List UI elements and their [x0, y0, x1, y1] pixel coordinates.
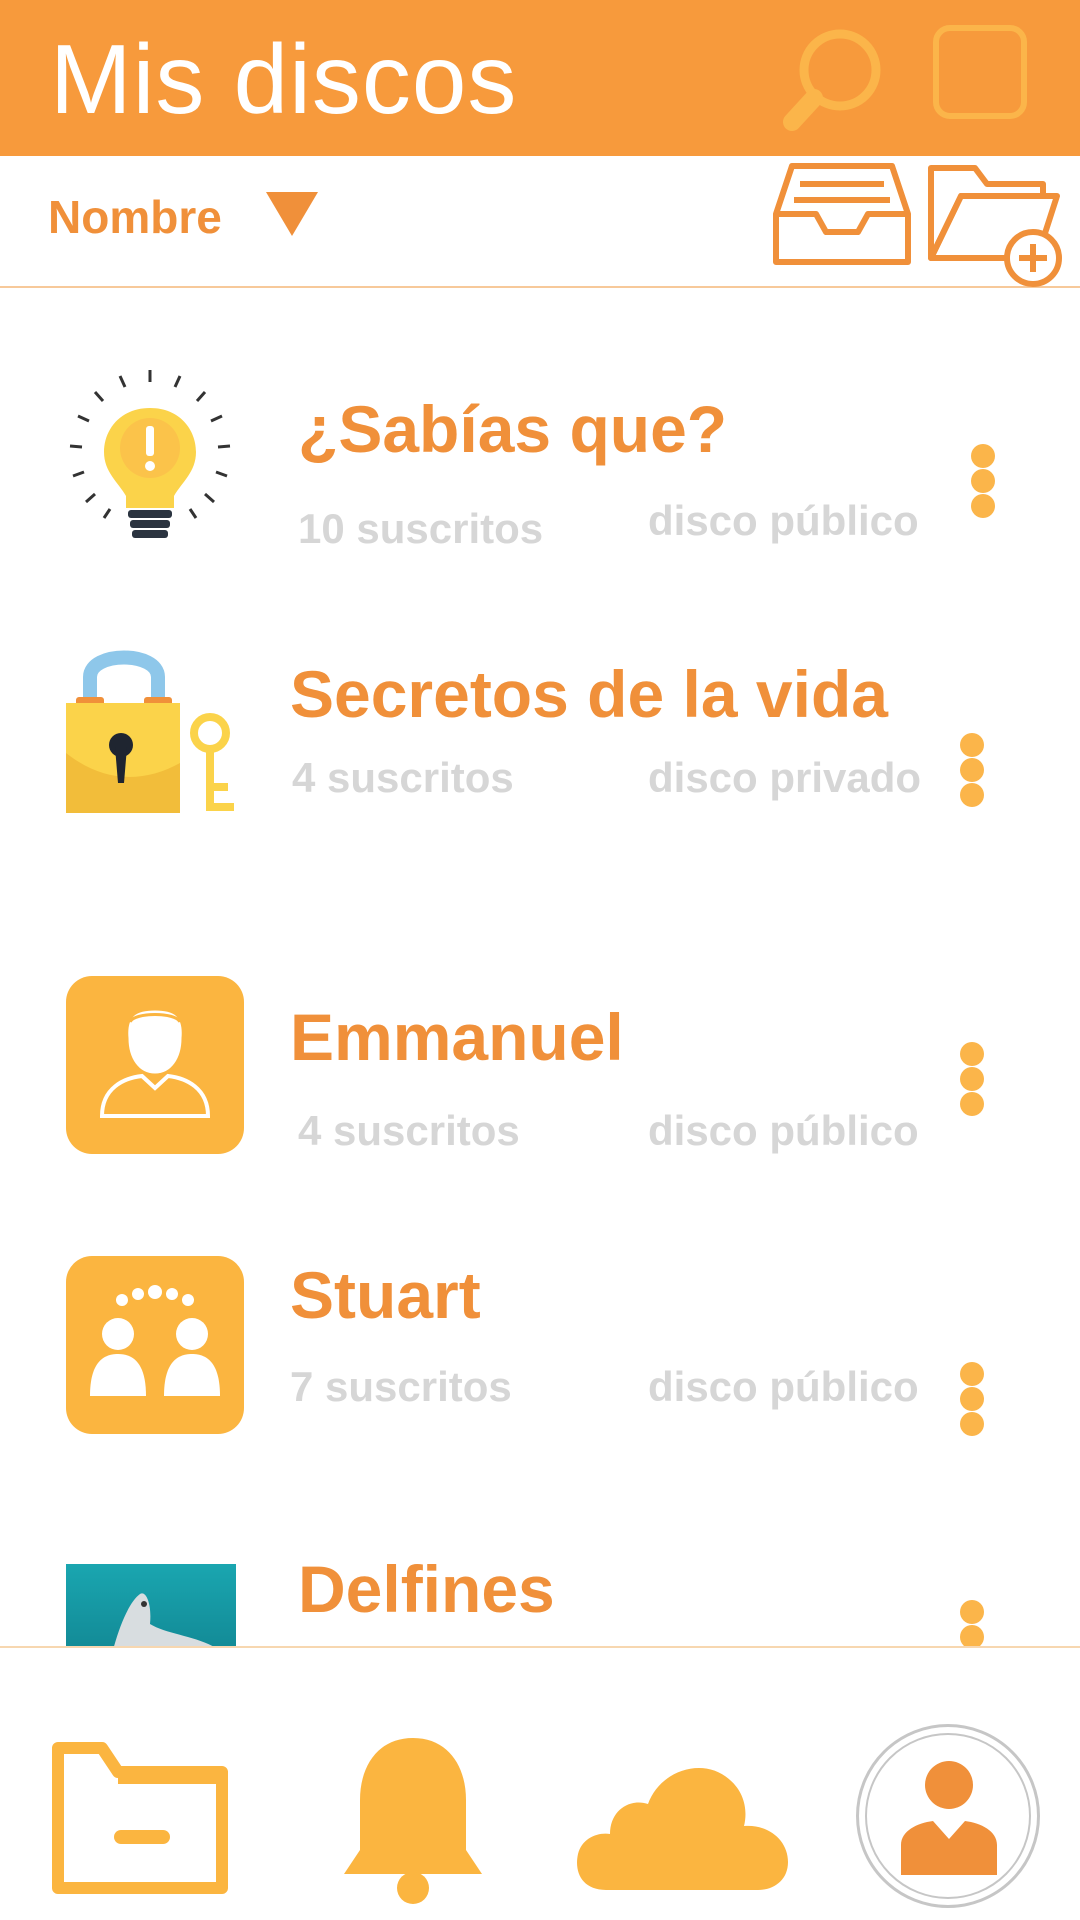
inbox-icon[interactable] [772, 158, 912, 270]
more-options-icon[interactable] [960, 733, 992, 808]
user-avatar-icon [66, 976, 244, 1154]
list-item[interactable]: Emmanuel 4 suscritos disco público [0, 976, 1080, 1176]
dolphin-photo [66, 1564, 236, 1646]
new-folder-icon[interactable] [925, 158, 1065, 288]
disc-subscribers: 10 suscritos [298, 505, 544, 552]
list-item[interactable]: ¿Sabías que? 10 suscritos disco público [0, 368, 1080, 568]
more-options-icon[interactable] [960, 1600, 992, 1646]
folder-icon[interactable] [52, 1742, 228, 1894]
cloud-icon[interactable] [574, 1750, 792, 1892]
group-avatar-icon [66, 1256, 244, 1434]
disc-title: Secretos de la vida [290, 657, 888, 731]
disc-visibility: disco privado [648, 754, 922, 801]
more-options-icon[interactable] [960, 1362, 992, 1437]
disc-visibility: disco público [648, 1107, 919, 1154]
select-square-icon[interactable] [930, 22, 1030, 122]
list-item[interactable]: Stuart 7 suscritos disco público [0, 1256, 1080, 1456]
disc-subscribers: 4 suscritos [292, 754, 514, 801]
search-icon[interactable] [780, 22, 900, 142]
bell-icon[interactable] [338, 1732, 488, 1908]
profile-button[interactable] [856, 1724, 1040, 1908]
page-title: Mis discos [50, 24, 518, 134]
list-item[interactable]: Secretos de la vida 4 suscritos disco pr… [0, 633, 1080, 833]
profile-icon [901, 1761, 997, 1875]
more-options-icon[interactable] [960, 1042, 992, 1117]
disc-title: Delfines [298, 1552, 555, 1626]
dropdown-arrow-icon[interactable] [266, 192, 318, 236]
disc-title: Emmanuel [290, 1000, 624, 1074]
disc-title: ¿Sabías que? [298, 392, 728, 466]
disc-visibility: disco público [648, 1363, 919, 1410]
sort-label[interactable]: Nombre [48, 190, 222, 244]
lock-key-icon [66, 650, 234, 813]
disc-title: Stuart [290, 1258, 481, 1332]
lightbulb-icon [69, 370, 231, 538]
list-item[interactable]: Delfines [0, 1556, 1080, 1646]
disc-visibility: disco público [648, 497, 919, 544]
disc-subscribers: 7 suscritos [290, 1363, 512, 1410]
disc-list: ¿Sabías que? 10 suscritos disco público … [0, 288, 1080, 1646]
more-options-icon[interactable] [971, 444, 1003, 519]
disc-subscribers: 4 suscritos [298, 1107, 520, 1154]
